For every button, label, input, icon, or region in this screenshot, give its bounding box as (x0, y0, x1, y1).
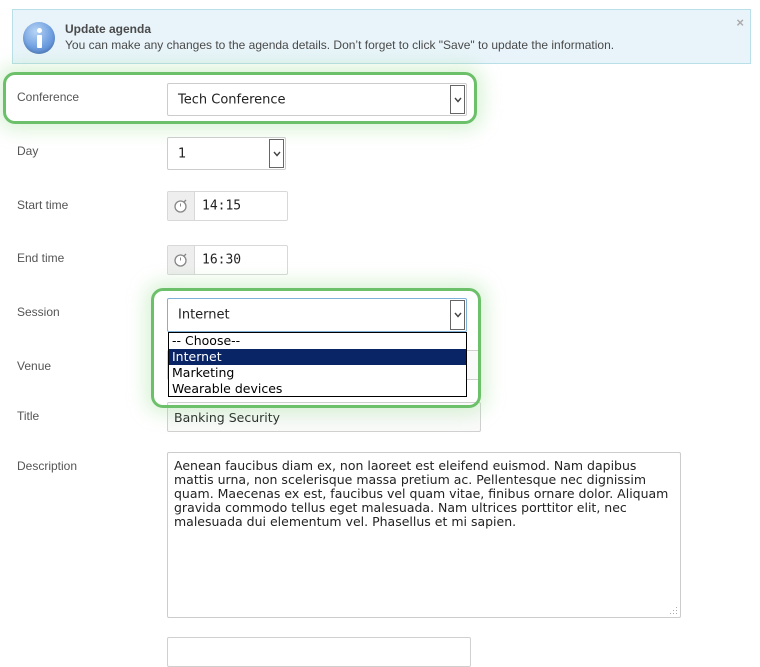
session-option[interactable]: Marketing (169, 365, 466, 381)
chevron-down-icon[interactable] (269, 139, 284, 168)
day-label: Day (17, 144, 39, 158)
resize-grip-icon[interactable] (670, 607, 678, 615)
description-textarea[interactable]: Aenean faucibus diam ex, non laoreet est… (167, 452, 681, 618)
start-time-input[interactable]: 14:15 (167, 191, 288, 221)
day-value: 1 (178, 146, 187, 161)
title-value: Banking Security (174, 410, 281, 425)
day-select[interactable]: 1 (167, 137, 286, 170)
session-option[interactable]: Wearable devices (169, 381, 466, 397)
chevron-down-icon[interactable] (450, 85, 465, 114)
start-time-label: Start time (17, 198, 69, 212)
conference-value: Tech Conference (178, 92, 286, 107)
description-label: Description (17, 459, 78, 473)
end-time-value: 16:30 (202, 252, 242, 268)
venue-label: Venue (17, 359, 52, 373)
clock-icon (168, 246, 195, 274)
info-icon (23, 22, 55, 54)
alert-title: Update agenda (65, 22, 152, 36)
session-value: Internet (178, 307, 230, 323)
description-value: Aenean faucibus diam ex, non laoreet est… (174, 458, 669, 529)
alert-message: You can make any changes to the agenda d… (65, 38, 615, 52)
end-time-label: End time (17, 251, 65, 265)
session-label: Session (17, 305, 60, 319)
clock-icon (168, 192, 195, 220)
info-alert: Update agenda You can make any changes t… (12, 9, 751, 64)
session-dropdown-list: -- Choose-- Internet Marketing Wearable … (168, 332, 467, 397)
start-time-value: 14:15 (202, 198, 242, 214)
title-label: Title (17, 409, 40, 423)
chevron-down-icon[interactable] (450, 300, 465, 330)
session-option-selected[interactable]: Internet (169, 349, 466, 365)
session-select[interactable]: Internet (167, 298, 467, 332)
conference-label: Conference (17, 90, 80, 104)
close-icon[interactable]: × (736, 15, 744, 30)
conference-select[interactable]: Tech Conference (167, 83, 467, 116)
session-option[interactable]: -- Choose-- (169, 333, 466, 349)
next-field-input[interactable] (167, 637, 471, 667)
end-time-input[interactable]: 16:30 (167, 245, 288, 275)
